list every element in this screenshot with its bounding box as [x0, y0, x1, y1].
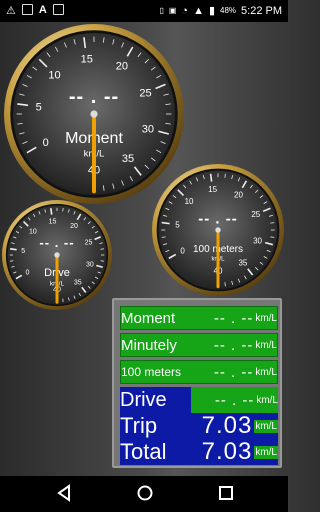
row-value: -- . --	[213, 309, 254, 327]
a-icon: A	[38, 4, 47, 16]
back-icon[interactable]	[56, 484, 72, 502]
gauge-tick-label: 0	[43, 137, 49, 149]
gauge-reading: -- . --	[39, 235, 74, 250]
row-100meters: 100 meters -- . -- km/L	[120, 360, 278, 384]
gauge-tick-label: 25	[139, 87, 151, 99]
warning-icon: ⚠	[6, 5, 16, 17]
row-minutely: Minutely -- . -- km/L	[120, 333, 278, 357]
navigation-bar	[0, 476, 288, 512]
row-label: 100 meters	[121, 365, 182, 379]
home-icon[interactable]	[136, 484, 154, 502]
gauge-tick-label: 5	[36, 102, 42, 114]
gauge-tick-label: 30	[253, 236, 262, 245]
gauge-tick-label: 5	[175, 220, 180, 229]
gauge-hub	[54, 252, 60, 258]
gauge-tick	[10, 248, 17, 251]
gauge-tick-label: 20	[70, 223, 78, 230]
box-icon	[52, 4, 64, 15]
gauge-tick-label: 15	[208, 185, 217, 194]
gauge-tick-label: 25	[251, 210, 260, 219]
row-value: 7.03	[201, 413, 253, 439]
gauge-tick-label: 15	[49, 219, 57, 226]
signal-icon: ▲	[193, 4, 204, 17]
row-unit: km/L	[256, 394, 278, 406]
gauge-tick-label: 15	[81, 54, 93, 66]
row-value: -- . --	[213, 363, 254, 381]
row-moment: Moment -- . -- km/L	[120, 306, 278, 330]
row-unit: km/L	[254, 419, 278, 433]
wifi-icon: ◔	[181, 4, 189, 17]
status-bar: ⚠ A ▯ ▣ ◔ ▲ ▮ 48% 5:22 PM	[0, 0, 288, 22]
gauge-tick	[270, 222, 275, 224]
row-value: 7.03	[201, 439, 253, 465]
100meters-gauge: 0510152025303540-- . --100 meterskm/L	[150, 162, 286, 298]
row-unit: km/L	[255, 312, 277, 324]
gauge-tick-label: 5	[21, 248, 25, 255]
gauge-tick-label: 20	[116, 61, 128, 73]
gauge-tick-label: 35	[122, 153, 134, 165]
battery-percent: 48%	[220, 6, 237, 15]
drive-gauge: 0510152025303540-- . --Drivekm/L	[0, 198, 114, 312]
gauge-tick	[224, 173, 226, 178]
gauge-tick-label: 0	[180, 246, 185, 255]
row-value: -- . --	[214, 391, 255, 409]
gauge-tick-label: 10	[185, 197, 194, 206]
gauge-tick	[50, 208, 53, 215]
row-label: Trip	[120, 413, 158, 438]
readout-panel: Moment -- . -- km/L Minutely -- . -- km/…	[112, 298, 282, 468]
gauge-tick	[224, 282, 226, 287]
row-unit: km/L	[255, 366, 277, 378]
gauge-reading: -- . --	[198, 210, 237, 227]
gauge-tick-label: 10	[29, 228, 37, 235]
gauge-reading: -- . --	[69, 86, 119, 108]
recent-icon[interactable]	[218, 484, 234, 502]
battery-icon: ▮	[208, 5, 216, 17]
row-label: Drive	[120, 388, 167, 411]
row-drive: Drive -- . -- km/L	[120, 387, 278, 413]
gauge-tick	[209, 173, 213, 182]
gauge-tick	[161, 221, 170, 225]
gauge-tick-label: 0	[26, 270, 30, 277]
gauge-tick	[161, 236, 166, 238]
gauge-tick-label: 10	[48, 69, 60, 81]
gauge-tick-label: 35	[238, 258, 247, 267]
row-label: Minutely	[121, 336, 177, 354]
gauge-hub	[90, 110, 98, 118]
gauge-tick-label: 35	[74, 280, 82, 287]
image-icon	[21, 4, 33, 15]
gauge-tick	[270, 236, 275, 238]
gauge-tick-label: 30	[142, 123, 154, 135]
gauge-hub	[215, 227, 221, 233]
vibrate-icon: ▯	[159, 6, 164, 15]
gauge-tick-label: 25	[85, 239, 93, 246]
gauge-tick-label: 20	[234, 190, 243, 199]
row-label: Total	[120, 439, 167, 464]
row-value: -- . --	[213, 336, 254, 354]
gauge-tick-label: 30	[86, 261, 94, 268]
box-icon: ▣	[168, 6, 177, 15]
row-unit: km/L	[254, 445, 278, 459]
row-unit: km/L	[255, 339, 277, 351]
clock: 5:22 PM	[241, 4, 282, 17]
row-total: Total 7.03 km/L	[120, 439, 278, 465]
row-trip: Trip 7.03 km/L	[120, 413, 278, 439]
row-label: Moment	[121, 309, 176, 327]
